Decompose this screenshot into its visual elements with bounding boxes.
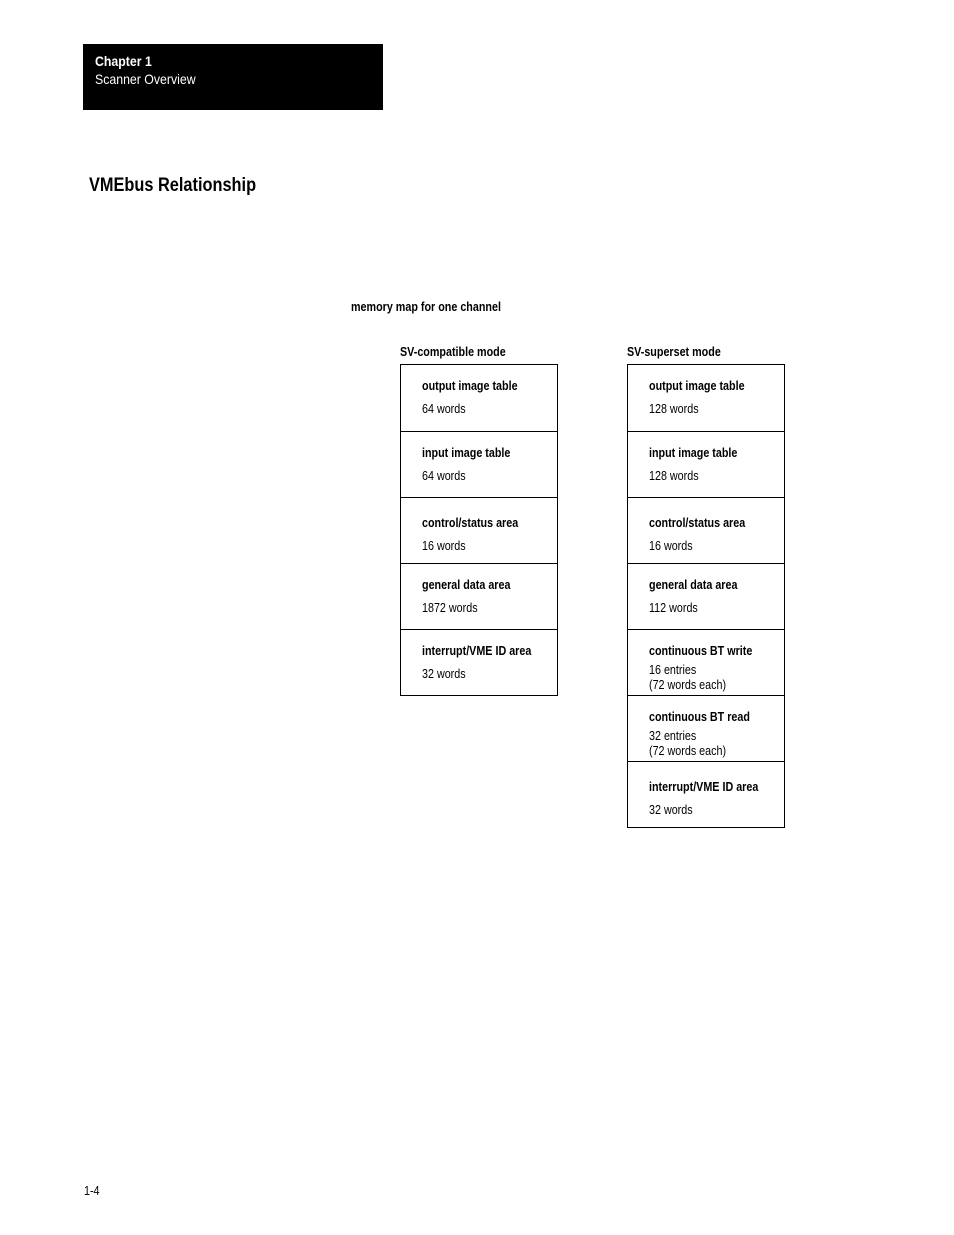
page-number: 1-4 — [84, 1184, 100, 1198]
block-name: input image table — [649, 446, 738, 460]
memory-block: output image table 128 words — [628, 365, 784, 431]
chapter-title: Scanner Overview — [95, 71, 196, 87]
memory-block: control/status area 16 words — [401, 497, 557, 563]
block-size: 16 words — [422, 539, 466, 553]
column-label: SV-compatible mode — [400, 345, 506, 359]
memory-block: continuous BT write 16 entries (72 words… — [628, 629, 784, 695]
memory-map-sv-superset: SV-superset mode output image table 128 … — [627, 345, 785, 828]
block-name: general data area — [649, 578, 738, 592]
block-size: 128 words — [649, 402, 699, 416]
block-name: continuous BT write — [649, 644, 753, 658]
section-title: VMEbus Relationship — [89, 175, 257, 196]
memory-block-stack: output image table 128 words input image… — [627, 364, 785, 828]
memory-block: interrupt/VME ID area 32 words — [628, 761, 784, 827]
memory-block: input image table 128 words — [628, 431, 784, 497]
memory-block: general data area 112 words — [628, 563, 784, 629]
block-size-note: (72 words each) — [649, 744, 727, 758]
figure-title: memory map for one channel — [351, 300, 501, 314]
block-size: 128 words — [649, 469, 699, 483]
memory-block: continuous BT read 32 entries (72 words … — [628, 695, 784, 761]
block-name: control/status area — [649, 516, 746, 530]
memory-block: interrupt/VME ID area 32 words — [401, 629, 557, 695]
memory-block-stack: output image table 64 words input image … — [400, 364, 558, 696]
memory-block: input image table 64 words — [401, 431, 557, 497]
block-size: 32 words — [649, 803, 693, 817]
memory-block: control/status area 16 words — [628, 497, 784, 563]
memory-block: general data area 1872 words — [401, 563, 557, 629]
block-size: 16 entries — [649, 663, 697, 677]
block-name: control/status area — [422, 516, 519, 530]
block-name: output image table — [649, 379, 745, 393]
block-size: 112 words — [649, 601, 698, 615]
block-name: general data area — [422, 578, 511, 592]
block-size: 32 entries — [649, 729, 697, 743]
block-name: input image table — [422, 446, 511, 460]
block-size: 64 words — [422, 402, 466, 416]
memory-block: output image table 64 words — [401, 365, 557, 431]
column-label: SV-superset mode — [627, 345, 721, 359]
block-size: 16 words — [649, 539, 693, 553]
block-name: continuous BT read — [649, 710, 750, 724]
chapter-number: Chapter 1 — [95, 53, 152, 69]
block-size-note: (72 words each) — [649, 678, 727, 692]
block-name: interrupt/VME ID area — [649, 780, 759, 794]
block-name: interrupt/VME ID area — [422, 644, 532, 658]
chapter-header: Chapter 1 Scanner Overview — [83, 44, 383, 110]
memory-map-sv-compatible: SV-compatible mode output image table 64… — [400, 345, 558, 696]
block-size: 1872 words — [422, 601, 478, 615]
block-name: output image table — [422, 379, 518, 393]
block-size: 64 words — [422, 469, 466, 483]
block-size: 32 words — [422, 667, 466, 681]
